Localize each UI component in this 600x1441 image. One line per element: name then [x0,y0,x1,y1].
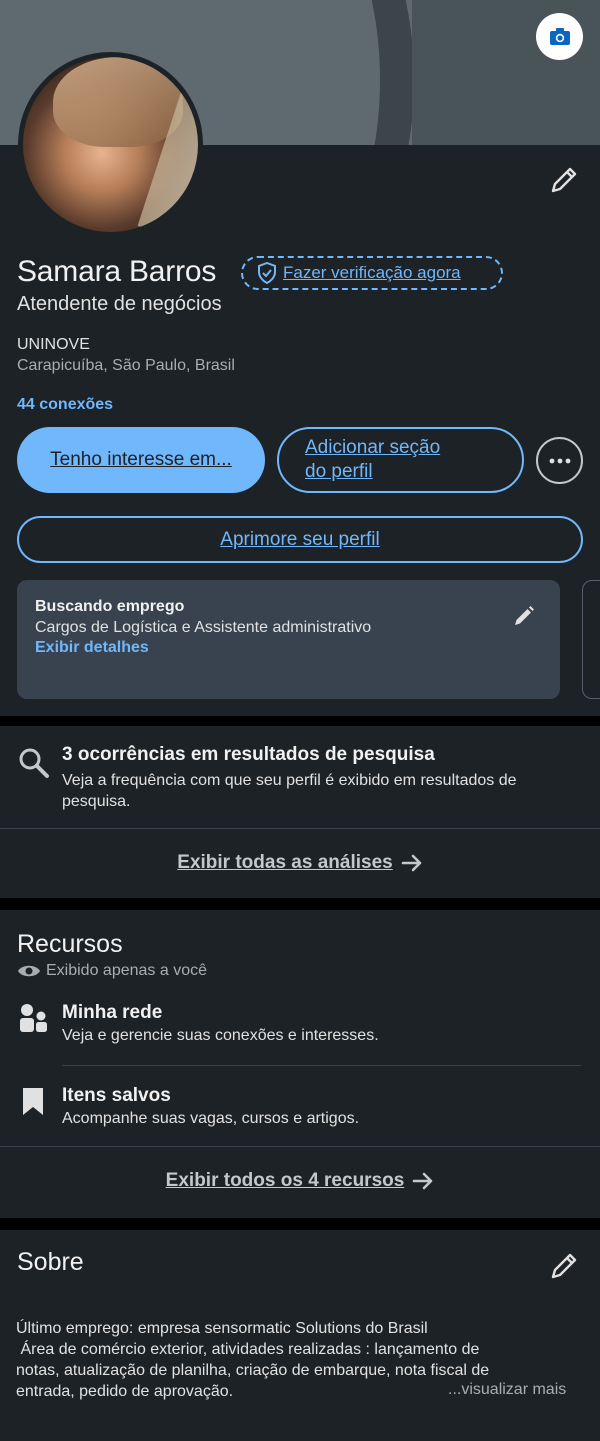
shield-check-icon [258,262,276,284]
show-all-resources-label: Exibir todos os 4 recursos [165,1170,405,1191]
enhance-profile-button[interactable]: Aprimore seu perfil [17,516,583,563]
connections-link[interactable]: 44 conexões [17,396,113,414]
open-to-work-panel[interactable]: Buscando emprego Cargos de Logística e A… [17,580,560,699]
arrow-right-icon [413,1172,433,1190]
arrow-right-icon [401,854,422,872]
divider [62,1065,581,1066]
open-to-button[interactable]: Tenho interesse em... [17,427,265,493]
people-icon [20,1004,47,1032]
analytics-card: 3 ocorrências em resultados de pesquisa … [0,726,600,898]
about-line: Último emprego: empresa sensormatic Solu… [16,1320,428,1337]
resources-title: Recursos [17,930,123,958]
about-line: notas, atualização de planilha, criação … [16,1362,490,1379]
my-network-title[interactable]: Minha rede [62,1002,162,1024]
edit-about-pencil-icon[interactable] [546,1248,582,1284]
profile-location: Carapicuíba, São Paulo, Brasil [17,357,235,374]
about-line: Área de comércio exterior, atividades re… [16,1341,480,1358]
bookmark-icon [23,1088,43,1115]
divider [0,1146,600,1147]
show-all-resources-link[interactable]: Exibir todos os 4 recursos [0,1170,600,1192]
more-horizontal-icon [549,458,570,463]
more-options-button[interactable] [536,437,583,484]
add-section-label-line2: do perfil [305,461,373,482]
add-profile-section-button[interactable]: Adicionar seção do perfil [277,427,524,493]
edit-open-to-work-pencil-icon[interactable] [512,604,536,628]
search-icon [19,748,49,778]
profile-card: Samara Barros Fazer verificação agora At… [0,0,600,716]
edit-profile-pencil-icon[interactable] [546,162,582,198]
eye-icon [18,965,40,977]
verify-now-label: Fazer verificação agora [283,263,461,282]
camera-button[interactable] [536,13,583,60]
about-card: Sobre Último emprego: empresa sensormati… [0,1230,600,1441]
open-to-work-description: Cargos de Logística e Assistente adminis… [35,619,372,636]
open-to-work-title: Buscando emprego [35,598,185,615]
divider [0,828,600,829]
show-all-analytics-label: Exibir todas as análises [177,852,393,873]
camera-icon [549,27,570,45]
see-more-link[interactable]: ...visualizar mais [448,1381,566,1399]
avatar[interactable] [18,52,203,237]
add-section-label-line1: Adicionar seção [305,437,441,458]
search-appearances-description: Veja a frequência com que seu perfil é e… [62,772,517,810]
show-all-analytics-link[interactable]: Exibir todas as análises [0,852,600,874]
profile-name: Samara Barros [17,255,217,288]
open-to-work-details-link[interactable]: Exibir detalhes [35,639,542,657]
my-network-description: Veja e gerencie suas conexões e interess… [62,1027,379,1044]
verify-now-button[interactable]: Fazer verificação agora [241,256,503,290]
profile-school[interactable]: UNINOVE [17,336,90,354]
resources-card: Recursos Exibido apenas a você Minha red… [0,910,600,1218]
profile-headline: Atendente de negócios [17,293,222,315]
private-to-you-label: Exibido apenas a você [46,962,207,979]
search-appearances-title[interactable]: 3 ocorrências em resultados de pesquisa [62,744,435,766]
saved-items-description: Acompanhe suas vagas, cursos e artigos. [62,1110,360,1127]
saved-items-title[interactable]: Itens salvos [62,1085,171,1107]
private-to-you-row: Exibido apenas a você [17,962,207,980]
next-panel-peek[interactable] [582,580,600,699]
about-title: Sobre [17,1248,84,1276]
